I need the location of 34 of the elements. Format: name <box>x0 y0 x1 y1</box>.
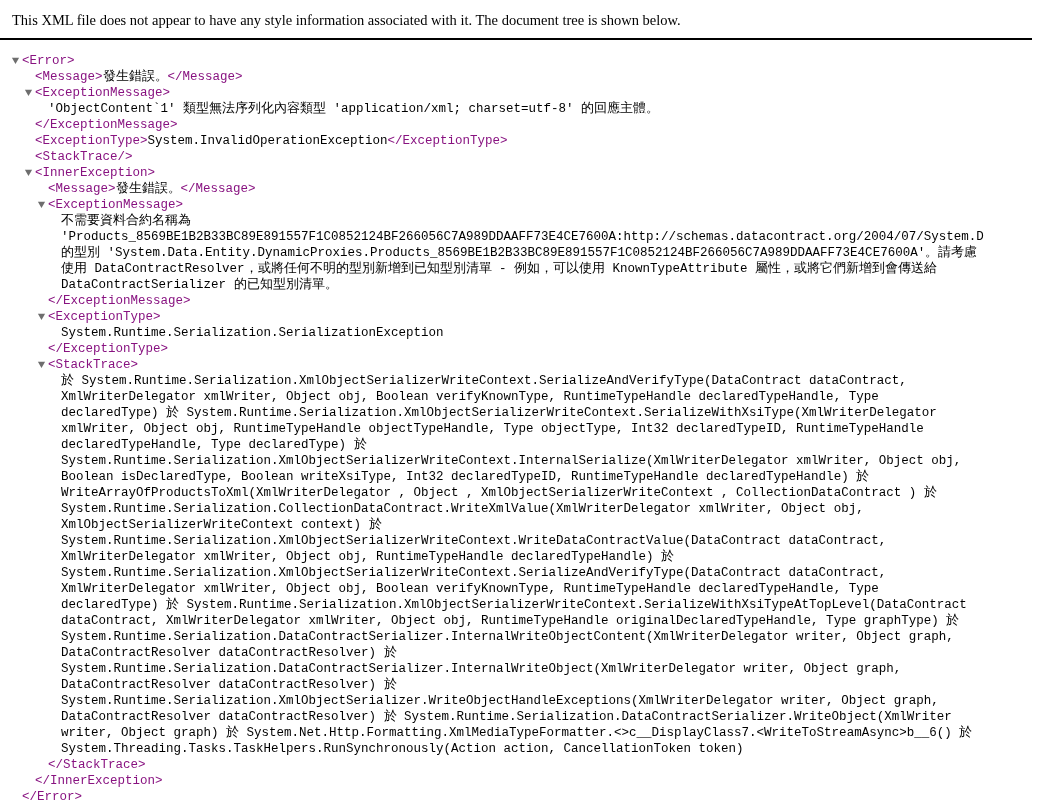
caret-icon[interactable] <box>24 88 33 97</box>
xml-tag: </StackTrace> <box>48 758 146 772</box>
element-text: 不需要資料合約名稱為 'Products_8569BE1B2B33BC89E891557F1C0852124BF266056C7A989DDAAFF73E4CE7600A:http://schemas.datacontract.org/2004/07/System.D 的型別 'System.Data.Entity.DynamicProxies.Products_8569BE1B2B33BC89E891557F1C0852124BF266056C7A989DDAAFF73E4CE7600A'。請考慮 <box>61 213 984 261</box>
xml-tag: </ExceptionType> <box>48 342 169 356</box>
caret-icon[interactable] <box>24 168 33 177</box>
xml-notice: This XML file does not appear to have any style information associated with it. The document tree is shown below. <box>12 12 681 28</box>
xml-tag: <ExceptionMessage> <box>35 86 171 100</box>
xml-tag: </Error> <box>22 790 82 804</box>
element-text: 發生錯誤。 <box>115 182 181 196</box>
element-text: System.Runtime.Serialization.SerializationException <box>61 325 444 341</box>
xml-tag: <ExceptionType> <box>35 134 148 148</box>
caret-icon[interactable] <box>11 56 20 65</box>
caret-icon[interactable] <box>37 312 46 321</box>
xml-tag: <Error> <box>22 54 75 68</box>
xml-tag: </InnerException> <box>35 774 163 788</box>
xml-tag: </Message> <box>167 70 243 84</box>
xml-tag: <StackTrace> <box>48 358 138 372</box>
xml-tag: <ExceptionMessage> <box>48 198 184 212</box>
xml-tag: <ExceptionType> <box>48 310 161 324</box>
xml-tag: <StackTrace/> <box>35 150 133 164</box>
element-text: System.InvalidOperationException <box>147 134 388 148</box>
element-text: 發生錯誤。 <box>102 70 168 84</box>
xml-tag: </ExceptionMessage> <box>48 294 191 308</box>
xml-tag: <InnerException> <box>35 166 156 180</box>
element-text: 使用 DataContractResolver，或將任何不明的型別新增到已知型別清單 - 例如，可以使用 KnownTypeAttribute 屬性，或將它們新增到會傳送給 DataContractSerializer 的已知型別清單。 <box>61 261 938 293</box>
caret-icon[interactable] <box>37 360 46 369</box>
xml-tag: <Message> <box>48 182 116 196</box>
xml-tag: <Message> <box>35 70 103 84</box>
element-text: 於 System.Runtime.Serialization.XmlObjectSerializerWriteContext.SerializeAndVerifyType(DataContract dataContract, XmlWriterDelegator xmlWriter, Object obj, Boolean verifyKnownType, RuntimeTypeHandle declaredTypeHandle, Type declaredType) 於 System.Runtime.Serialization.XmlObjectSerializerWriteContext.SerializeWithXsiType(XmlWriterDelegator xmlWriter, Object obj, RuntimeTypeHandle objectTypeHandle, Type objectType, Int32 declaredTypeID, RuntimeTypeHandle declaredTypeHandle, Type declaredType) 於 System.Runtime.Serialization.XmlObjectSerializerWriteContext.InternalSerialize(XmlWriterDelegator xmlWriter, Object obj, Boolean isDeclaredType, Boolean writeXsiType, Int32 declaredTypeID, RuntimeTypeHandle declaredTypeHandle) 於 WriteArrayOfProductsToXml(XmlWriterDelegator , Object , XmlObjectSerializerWriteContext , CollectionDataContract ) 於 System.Runtime.Serialization.CollectionDataContract.WriteXmlValue(XmlWriterDelegator xmlWriter, Object obj, XmlObjectSerializerWriteContext context) 於 System.Runtime.Serialization.XmlObjectSerializerWriteContext.WriteDataContractValue(DataContract dataContract, XmlWriterDelegator xmlWriter, Object obj, RuntimeTypeHandle declaredTypeHandle) 於 System.Runtime.Serialization.XmlObjectSerializerWriteContext.SerializeAndVerifyType(DataContract dataContract, XmlWriterDelegator xmlWriter, Object obj, Boolean verifyKnownType, RuntimeTypeHandle declaredTypeHandle, Type declaredType) 於 System.Runtime.Serialization.XmlObjectSerializerWriteContext.SerializeWithXsiTypeAtTopLevel(DataContract dataContract, XmlWriterDelegator xmlWriter, Object obj, RuntimeTypeHandle originalDeclaredTypeHandle, Type graphType) 於 System.Runtime.Serialization.DataContractSerializer.InternalWriteObjectContent(XmlWriterDelegator writer, Object graph, DataContractResolver dataContractResolver) 於 System.Runtime.Serialization.DataContractSerializer.InternalWriteObject(XmlWriterDelegator writer, Object graph, DataContractResolver dataContractResolver) 於 System.Runtime.Serialization.XmlObjectSerializer.WriteObjectHandleExceptions(XmlWriterDelegator writer, Object graph, DataContractResolver dataContractResolver) 於 System.Runtime.Serialization.DataContractSerializer.WriteObject(XmlWriter writer, Object graph) 於 System.Net.Http.Formatting.XmlMediaTypeFormatter.<>c__DisplayClass7.<WriteToStreamAsync>b__6() 於 System.Threading.Tasks.TaskHelpers.RunSynchronously(Action action, CancellationToken token) <box>61 373 973 757</box>
xml-tag: </ExceptionType> <box>387 134 508 148</box>
element-text: 'ObjectContent`1' 類型無法序列化內容類型 'application/xml; charset=utf-8' 的回應主體。 <box>48 101 660 117</box>
xml-tag: </Message> <box>180 182 256 196</box>
caret-icon[interactable] <box>37 200 46 209</box>
xml-tag: </ExceptionMessage> <box>35 118 178 132</box>
